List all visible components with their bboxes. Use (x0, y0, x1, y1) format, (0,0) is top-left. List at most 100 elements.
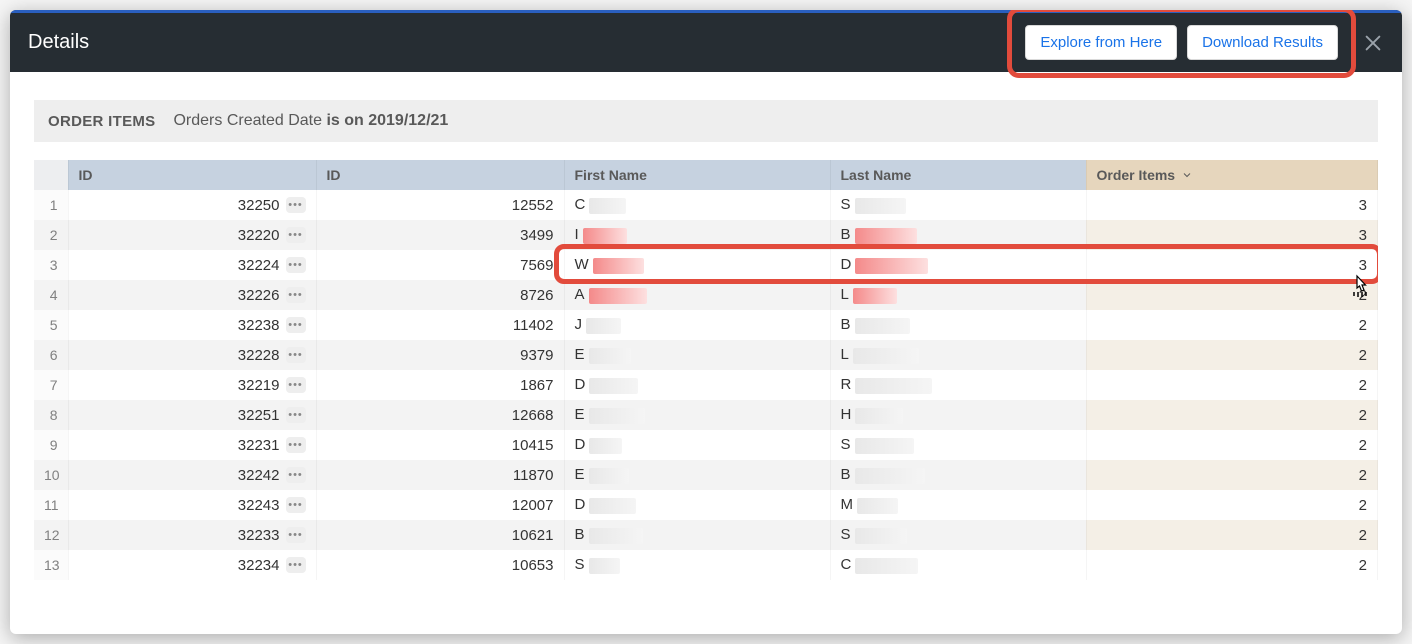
table-body: 132250•••12552CS3232220•••3499IB3332224•… (34, 190, 1378, 580)
column-header-first-name[interactable]: First Name (564, 160, 830, 190)
row-actions-button[interactable]: ••• (286, 227, 306, 243)
cell-last-name-initial: D (841, 256, 852, 273)
cell-id1: 32233••• (68, 520, 316, 550)
column-header-last-name[interactable]: Last Name (830, 160, 1086, 190)
cell-order-items: 3 (1086, 250, 1378, 280)
row-actions-button[interactable]: ••• (286, 197, 306, 213)
row-actions-button[interactable]: ••• (286, 557, 306, 573)
cell-first-name: E (564, 400, 830, 430)
redacted-text (855, 438, 914, 454)
cell-last-name: C (830, 550, 1086, 580)
cell-id1-value: 32231 (238, 437, 280, 454)
cell-order-items: 2 (1086, 550, 1378, 580)
redacted-text (855, 228, 917, 244)
cell-first-name-initial: E (575, 346, 585, 363)
download-results-button[interactable]: Download Results (1187, 25, 1338, 60)
table-row[interactable]: 332224•••7569WD3 (34, 250, 1378, 280)
redacted-text (583, 228, 627, 244)
cell-first-name-initial: I (575, 226, 579, 243)
cell-order-items: 3 (1086, 220, 1378, 250)
filter-value: is on 2019/12/21 (326, 112, 448, 129)
cell-id2: 3499 (316, 220, 564, 250)
cell-last-name-initial: B (841, 226, 851, 243)
table-row[interactable]: 1032242•••11870EB2 (34, 460, 1378, 490)
column-header-id1[interactable]: ID (68, 160, 316, 190)
row-actions-button[interactable]: ••• (286, 497, 306, 513)
row-actions-button[interactable]: ••• (286, 317, 306, 333)
table-row[interactable]: 1132243•••12007DM2 (34, 490, 1378, 520)
explore-from-here-button[interactable]: Explore from Here (1025, 25, 1177, 60)
table-row[interactable]: 232220•••3499IB3 (34, 220, 1378, 250)
cell-last-name: L (830, 280, 1086, 310)
redacted-text (589, 468, 629, 484)
cell-last-name: R (830, 370, 1086, 400)
cell-id1: 32219••• (68, 370, 316, 400)
cell-id1: 32251••• (68, 400, 316, 430)
row-actions-button[interactable]: ••• (286, 527, 306, 543)
redacted-text (853, 288, 897, 304)
column-header-order-items-label: Order Items (1097, 167, 1176, 183)
redacted-text (853, 348, 919, 364)
row-number: 10 (34, 460, 68, 490)
cell-last-name: M (830, 490, 1086, 520)
cell-first-name: E (564, 460, 830, 490)
row-actions-button[interactable]: ••• (286, 257, 306, 273)
close-button[interactable] (1362, 32, 1384, 54)
row-number: 5 (34, 310, 68, 340)
row-actions-button[interactable]: ••• (286, 437, 306, 453)
cell-first-name: D (564, 490, 830, 520)
cell-id2: 12552 (316, 190, 564, 220)
cell-id1-value: 32250 (238, 197, 280, 214)
table-row[interactable]: 532238•••11402JB2 (34, 310, 1378, 340)
row-number: 6 (34, 340, 68, 370)
column-header-id2[interactable]: ID (316, 160, 564, 190)
cell-id2: 1867 (316, 370, 564, 400)
row-actions-button[interactable]: ••• (286, 467, 306, 483)
table-row[interactable]: 132250•••12552CS3 (34, 190, 1378, 220)
cell-first-name-initial: D (575, 436, 586, 453)
cell-last-name-initial: R (841, 376, 852, 393)
table-row[interactable]: 1332234•••10653SC2 (34, 550, 1378, 580)
cell-id2: 10621 (316, 520, 564, 550)
cell-first-name: S (564, 550, 830, 580)
table-row[interactable]: 932231•••10415DS2 (34, 430, 1378, 460)
table-row[interactable]: 832251•••12668EH2 (34, 400, 1378, 430)
table-row[interactable]: 432226•••8726AL2 (34, 280, 1378, 310)
redacted-text (593, 258, 644, 274)
cell-id1-value: 32224 (238, 257, 280, 274)
redacted-text (589, 378, 638, 394)
cell-last-name: S (830, 520, 1086, 550)
row-actions-button[interactable]: ••• (286, 287, 306, 303)
redacted-text (589, 558, 620, 574)
row-actions-button[interactable]: ••• (286, 347, 306, 363)
table-row[interactable]: 632228•••9379EL2 (34, 340, 1378, 370)
row-number: 3 (34, 250, 68, 280)
cell-last-name-initial: L (841, 346, 849, 363)
filter-section-label: ORDER ITEMS (48, 113, 155, 130)
row-number: 7 (34, 370, 68, 400)
redacted-text (589, 438, 622, 454)
cell-first-name: D (564, 430, 830, 460)
filter-bar: ORDER ITEMS Orders Created Date is on 20… (34, 100, 1378, 142)
cell-last-name-initial: H (841, 406, 852, 423)
modal-header: Details Explore from Here Download Resul… (10, 10, 1402, 72)
cell-order-items: 2 (1086, 400, 1378, 430)
cell-last-name-initial: M (841, 496, 854, 513)
table-row[interactable]: 1232233•••10621BS2 (34, 520, 1378, 550)
table-row[interactable]: 732219•••1867DR2 (34, 370, 1378, 400)
row-number: 9 (34, 430, 68, 460)
details-modal: Details Explore from Here Download Resul… (10, 10, 1402, 634)
row-actions-button[interactable]: ••• (286, 377, 306, 393)
row-number: 12 (34, 520, 68, 550)
cell-id1: 32250 ••• (68, 190, 316, 220)
cell-order-items: 2 (1086, 490, 1378, 520)
cell-first-name-initial: D (575, 376, 586, 393)
filter-description: Orders Created Date is on 2019/12/21 (173, 112, 448, 130)
column-header-order-items[interactable]: Order Items (1086, 160, 1378, 190)
cell-id1-value: 32242 (238, 467, 280, 484)
modal-content: ORDER ITEMS Orders Created Date is on 20… (10, 72, 1402, 634)
row-number: 11 (34, 490, 68, 520)
cell-first-name: C (564, 190, 830, 220)
row-actions-button[interactable]: ••• (286, 407, 306, 423)
cell-id2: 8726 (316, 280, 564, 310)
